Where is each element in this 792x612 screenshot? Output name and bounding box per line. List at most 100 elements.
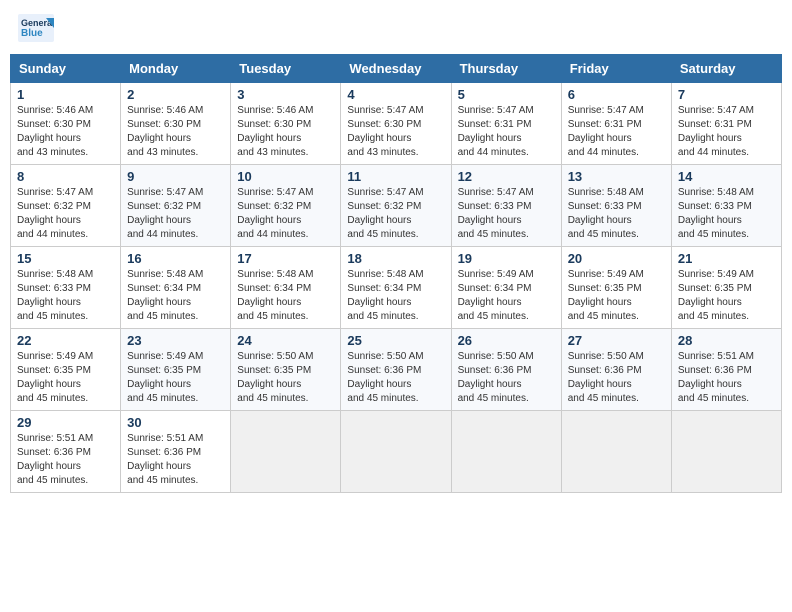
- cell-content: Sunrise: 5:48 AM Sunset: 6:34 PM Dayligh…: [347, 268, 444, 324]
- day-number: 17: [237, 251, 334, 266]
- calendar-cell: 13 Sunrise: 5:48 AM Sunset: 6:33 PM Dayl…: [561, 165, 671, 247]
- calendar-cell: [451, 411, 561, 493]
- header: General Blue: [10, 10, 782, 46]
- calendar-cell: 21 Sunrise: 5:49 AM Sunset: 6:35 PM Dayl…: [671, 247, 781, 329]
- day-number: 13: [568, 169, 665, 184]
- day-number: 1: [17, 87, 114, 102]
- day-number: 12: [458, 169, 555, 184]
- day-number: 8: [17, 169, 114, 184]
- day-number: 25: [347, 333, 444, 348]
- cell-content: Sunrise: 5:47 AM Sunset: 6:31 PM Dayligh…: [458, 104, 555, 160]
- week-row-4: 22 Sunrise: 5:49 AM Sunset: 6:35 PM Dayl…: [11, 329, 782, 411]
- day-number: 22: [17, 333, 114, 348]
- day-number: 16: [127, 251, 224, 266]
- day-number: 26: [458, 333, 555, 348]
- calendar-cell: 7 Sunrise: 5:47 AM Sunset: 6:31 PM Dayli…: [671, 83, 781, 165]
- svg-text:Blue: Blue: [21, 28, 43, 39]
- cell-content: Sunrise: 5:47 AM Sunset: 6:32 PM Dayligh…: [17, 186, 114, 242]
- cell-content: Sunrise: 5:46 AM Sunset: 6:30 PM Dayligh…: [237, 104, 334, 160]
- calendar-cell: 25 Sunrise: 5:50 AM Sunset: 6:36 PM Dayl…: [341, 329, 451, 411]
- week-row-1: 1 Sunrise: 5:46 AM Sunset: 6:30 PM Dayli…: [11, 83, 782, 165]
- day-number: 21: [678, 251, 775, 266]
- calendar-cell: 22 Sunrise: 5:49 AM Sunset: 6:35 PM Dayl…: [11, 329, 121, 411]
- cell-content: Sunrise: 5:48 AM Sunset: 6:34 PM Dayligh…: [127, 268, 224, 324]
- day-number: 27: [568, 333, 665, 348]
- cell-content: Sunrise: 5:47 AM Sunset: 6:32 PM Dayligh…: [127, 186, 224, 242]
- cell-content: Sunrise: 5:49 AM Sunset: 6:35 PM Dayligh…: [678, 268, 775, 324]
- calendar-cell: [341, 411, 451, 493]
- cell-content: Sunrise: 5:51 AM Sunset: 6:36 PM Dayligh…: [127, 432, 224, 488]
- calendar-cell: 5 Sunrise: 5:47 AM Sunset: 6:31 PM Dayli…: [451, 83, 561, 165]
- cell-content: Sunrise: 5:50 AM Sunset: 6:35 PM Dayligh…: [237, 350, 334, 406]
- weekday-header-sunday: Sunday: [11, 55, 121, 83]
- cell-content: Sunrise: 5:51 AM Sunset: 6:36 PM Dayligh…: [17, 432, 114, 488]
- calendar-cell: 6 Sunrise: 5:47 AM Sunset: 6:31 PM Dayli…: [561, 83, 671, 165]
- cell-content: Sunrise: 5:50 AM Sunset: 6:36 PM Dayligh…: [347, 350, 444, 406]
- cell-content: Sunrise: 5:47 AM Sunset: 6:31 PM Dayligh…: [568, 104, 665, 160]
- weekday-header-friday: Friday: [561, 55, 671, 83]
- cell-content: Sunrise: 5:47 AM Sunset: 6:32 PM Dayligh…: [237, 186, 334, 242]
- cell-content: Sunrise: 5:49 AM Sunset: 6:34 PM Dayligh…: [458, 268, 555, 324]
- weekday-header-wednesday: Wednesday: [341, 55, 451, 83]
- day-number: 10: [237, 169, 334, 184]
- weekday-header-thursday: Thursday: [451, 55, 561, 83]
- cell-content: Sunrise: 5:47 AM Sunset: 6:32 PM Dayligh…: [347, 186, 444, 242]
- calendar-cell: 19 Sunrise: 5:49 AM Sunset: 6:34 PM Dayl…: [451, 247, 561, 329]
- cell-content: Sunrise: 5:48 AM Sunset: 6:33 PM Dayligh…: [568, 186, 665, 242]
- cell-content: Sunrise: 5:47 AM Sunset: 6:33 PM Dayligh…: [458, 186, 555, 242]
- calendar-cell: 24 Sunrise: 5:50 AM Sunset: 6:35 PM Dayl…: [231, 329, 341, 411]
- cell-content: Sunrise: 5:47 AM Sunset: 6:30 PM Dayligh…: [347, 104, 444, 160]
- calendar-cell: 9 Sunrise: 5:47 AM Sunset: 6:32 PM Dayli…: [121, 165, 231, 247]
- calendar-cell: 16 Sunrise: 5:48 AM Sunset: 6:34 PM Dayl…: [121, 247, 231, 329]
- cell-content: Sunrise: 5:50 AM Sunset: 6:36 PM Dayligh…: [458, 350, 555, 406]
- day-number: 30: [127, 415, 224, 430]
- cell-content: Sunrise: 5:49 AM Sunset: 6:35 PM Dayligh…: [17, 350, 114, 406]
- calendar-cell: 15 Sunrise: 5:48 AM Sunset: 6:33 PM Dayl…: [11, 247, 121, 329]
- logo: General Blue: [18, 14, 58, 42]
- day-number: 2: [127, 87, 224, 102]
- weekday-header-monday: Monday: [121, 55, 231, 83]
- calendar-cell: 10 Sunrise: 5:47 AM Sunset: 6:32 PM Dayl…: [231, 165, 341, 247]
- day-number: 29: [17, 415, 114, 430]
- day-number: 3: [237, 87, 334, 102]
- day-number: 6: [568, 87, 665, 102]
- day-number: 23: [127, 333, 224, 348]
- day-number: 7: [678, 87, 775, 102]
- day-number: 28: [678, 333, 775, 348]
- calendar-cell: 30 Sunrise: 5:51 AM Sunset: 6:36 PM Dayl…: [121, 411, 231, 493]
- day-number: 5: [458, 87, 555, 102]
- day-number: 18: [347, 251, 444, 266]
- calendar-cell: [231, 411, 341, 493]
- calendar-cell: 14 Sunrise: 5:48 AM Sunset: 6:33 PM Dayl…: [671, 165, 781, 247]
- calendar-cell: 17 Sunrise: 5:48 AM Sunset: 6:34 PM Dayl…: [231, 247, 341, 329]
- calendar-cell: 26 Sunrise: 5:50 AM Sunset: 6:36 PM Dayl…: [451, 329, 561, 411]
- day-number: 9: [127, 169, 224, 184]
- calendar-cell: 1 Sunrise: 5:46 AM Sunset: 6:30 PM Dayli…: [11, 83, 121, 165]
- calendar-cell: 29 Sunrise: 5:51 AM Sunset: 6:36 PM Dayl…: [11, 411, 121, 493]
- calendar-cell: 23 Sunrise: 5:49 AM Sunset: 6:35 PM Dayl…: [121, 329, 231, 411]
- weekday-header-row: SundayMondayTuesdayWednesdayThursdayFrid…: [11, 55, 782, 83]
- cell-content: Sunrise: 5:48 AM Sunset: 6:33 PM Dayligh…: [678, 186, 775, 242]
- calendar-cell: [561, 411, 671, 493]
- calendar-cell: 8 Sunrise: 5:47 AM Sunset: 6:32 PM Dayli…: [11, 165, 121, 247]
- day-number: 4: [347, 87, 444, 102]
- weekday-header-tuesday: Tuesday: [231, 55, 341, 83]
- calendar-cell: 11 Sunrise: 5:47 AM Sunset: 6:32 PM Dayl…: [341, 165, 451, 247]
- calendar-cell: 27 Sunrise: 5:50 AM Sunset: 6:36 PM Dayl…: [561, 329, 671, 411]
- cell-content: Sunrise: 5:50 AM Sunset: 6:36 PM Dayligh…: [568, 350, 665, 406]
- cell-content: Sunrise: 5:49 AM Sunset: 6:35 PM Dayligh…: [127, 350, 224, 406]
- cell-content: Sunrise: 5:51 AM Sunset: 6:36 PM Dayligh…: [678, 350, 775, 406]
- cell-content: Sunrise: 5:47 AM Sunset: 6:31 PM Dayligh…: [678, 104, 775, 160]
- day-number: 15: [17, 251, 114, 266]
- calendar-table: SundayMondayTuesdayWednesdayThursdayFrid…: [10, 54, 782, 493]
- week-row-3: 15 Sunrise: 5:48 AM Sunset: 6:33 PM Dayl…: [11, 247, 782, 329]
- day-number: 19: [458, 251, 555, 266]
- calendar-cell: 20 Sunrise: 5:49 AM Sunset: 6:35 PM Dayl…: [561, 247, 671, 329]
- day-number: 20: [568, 251, 665, 266]
- calendar-cell: [671, 411, 781, 493]
- weekday-header-saturday: Saturday: [671, 55, 781, 83]
- logo-icon: General Blue: [18, 14, 54, 42]
- day-number: 11: [347, 169, 444, 184]
- calendar-cell: 2 Sunrise: 5:46 AM Sunset: 6:30 PM Dayli…: [121, 83, 231, 165]
- cell-content: Sunrise: 5:48 AM Sunset: 6:33 PM Dayligh…: [17, 268, 114, 324]
